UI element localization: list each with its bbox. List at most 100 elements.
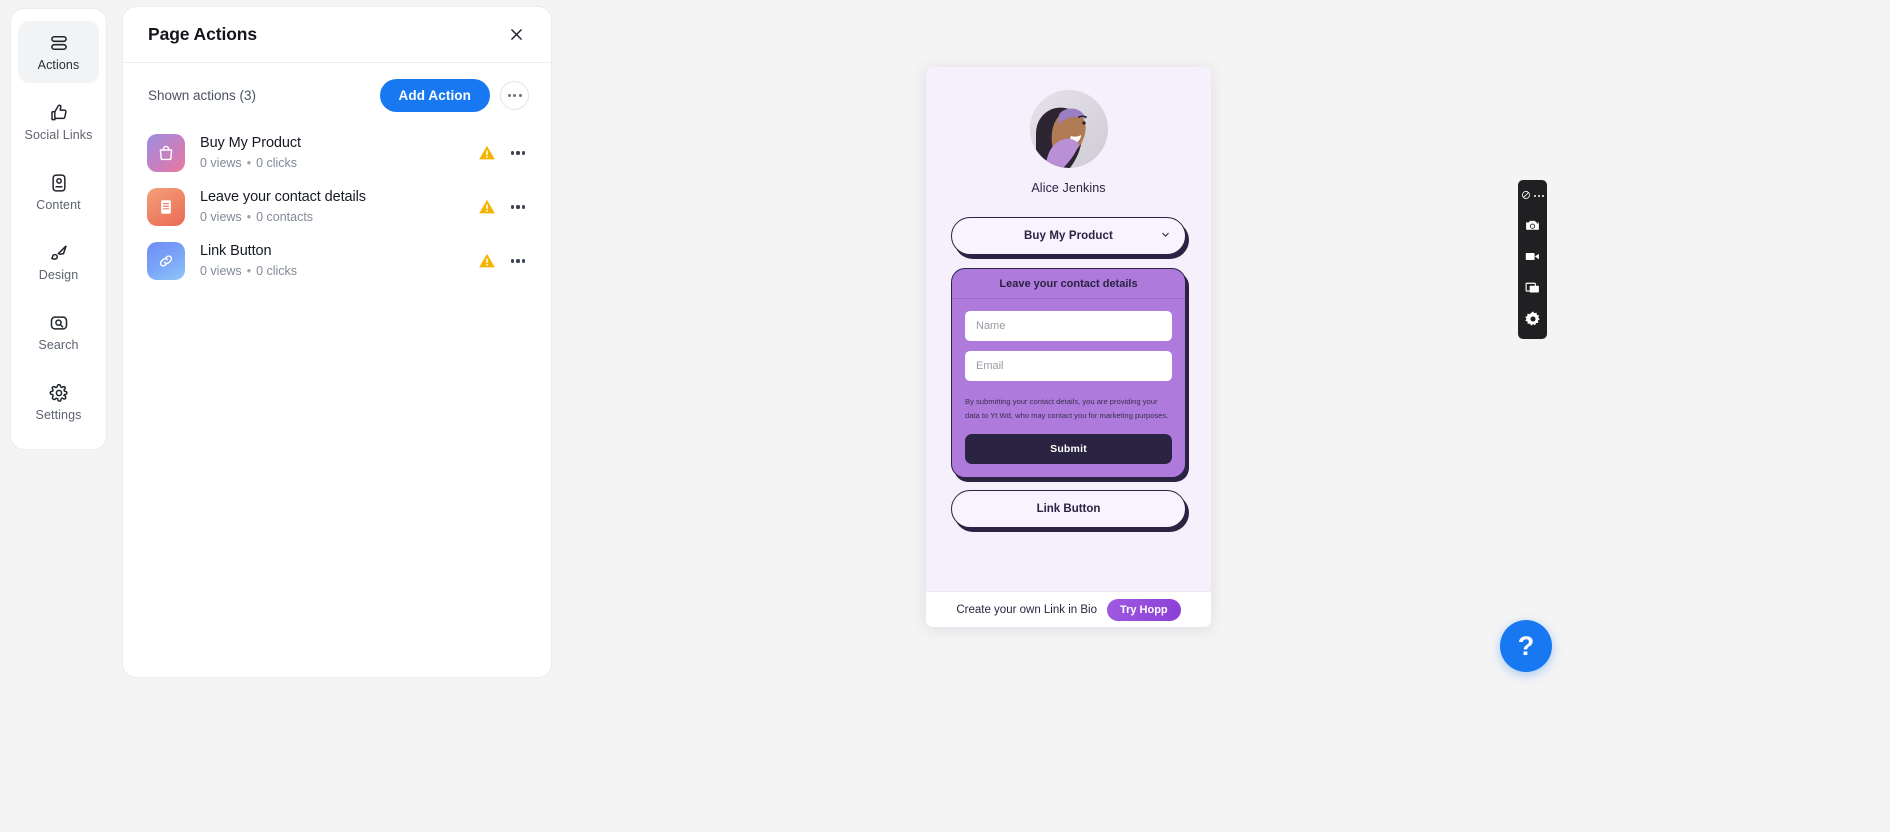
sidebar-item-settings[interactable]: Settings: [18, 371, 99, 433]
chevron-down-icon: [1160, 229, 1171, 243]
sidebar-item-label: Design: [38, 267, 79, 282]
action-views: 0 views: [200, 156, 242, 170]
avatar: [1029, 90, 1108, 168]
dot: [510, 205, 514, 209]
form-heading-bar: Leave your contact details: [952, 269, 1185, 299]
preview-footer: Create your own Link in Bio Try Hopp: [926, 591, 1211, 627]
action-meta: 0 views • 0 contacts: [200, 208, 477, 226]
action-title: Buy My Product: [200, 135, 301, 151]
video-camera-icon[interactable]: [1519, 243, 1546, 270]
dot: [522, 151, 526, 155]
sidebar-item-label: Social Links: [24, 127, 93, 142]
list-item-text: Link Button 0 views • 0 clicks: [200, 242, 477, 280]
page-title: Page Actions: [148, 24, 258, 44]
logo-icon[interactable]: [1521, 187, 1531, 205]
action-title: Link Button: [200, 243, 272, 259]
paintbrush-icon: [49, 243, 69, 263]
warning-icon[interactable]: [477, 251, 497, 271]
panel-overflow-menu-icon[interactable]: [500, 81, 529, 110]
camera-icon[interactable]: [1519, 212, 1546, 239]
help-button[interactable]: ?: [1500, 620, 1552, 672]
dot: [510, 151, 514, 155]
sidebar-item-actions[interactable]: Actions: [18, 21, 99, 83]
warning-icon[interactable]: [477, 197, 497, 217]
dot: [507, 94, 511, 97]
page-actions-panel: Page Actions Shown actions (3) Add Actio…: [122, 6, 552, 678]
panel-header: Page Actions: [123, 7, 551, 63]
dot: [522, 259, 526, 263]
action-views: 0 views: [200, 210, 242, 224]
email-field[interactable]: [965, 351, 1172, 381]
form-heading: Leave your contact details: [999, 277, 1138, 290]
product-button-label: Buy My Product: [1024, 230, 1113, 242]
form-icon: [147, 188, 185, 226]
name-field[interactable]: [965, 311, 1172, 341]
dot: [1533, 194, 1537, 198]
close-icon[interactable]: [503, 22, 529, 48]
dot: [516, 259, 520, 263]
window-icon[interactable]: [1519, 274, 1546, 301]
actions-icon: [49, 33, 69, 53]
dot: [516, 205, 520, 209]
meta-separator: •: [246, 264, 252, 278]
gear-icon[interactable]: [1519, 305, 1546, 332]
sidebar-item-design[interactable]: Design: [18, 231, 99, 293]
dot: [516, 151, 520, 155]
sidebar-item-label: Search: [38, 337, 79, 352]
phone-preview: Alice Jenkins Buy My Product Leave your …: [926, 67, 1211, 627]
sidebar-item-content[interactable]: Content: [18, 161, 99, 223]
row-overflow-menu-icon[interactable]: [507, 196, 529, 218]
screen-recorder-toolbar: [1518, 180, 1547, 339]
dot: [510, 259, 514, 263]
list-item[interactable]: Leave your contact details 0 views • 0 con…: [139, 180, 537, 234]
action-clicks: 0 clicks: [256, 156, 298, 170]
preview-product-button[interactable]: Buy My Product: [951, 217, 1186, 255]
dot: [1541, 194, 1545, 198]
profile-name: Alice Jenkins: [1031, 181, 1106, 195]
warning-icon[interactable]: [477, 143, 497, 163]
list-item[interactable]: Link Button 0 views • 0 clicks: [139, 234, 537, 288]
actions-list: Buy My Product 0 views • 0 clicks Leave …: [123, 124, 551, 288]
action-meta: 0 views • 0 clicks: [200, 262, 477, 280]
list-item-text: Buy My Product 0 views • 0 clicks: [200, 134, 477, 172]
sidebar-item-label: Settings: [35, 407, 82, 422]
meta-separator: •: [246, 156, 252, 170]
search-icon: [49, 313, 69, 333]
form-body: By submitting your contact details, you …: [952, 299, 1185, 477]
sidebar-item-social-links[interactable]: Social Links: [18, 91, 99, 153]
row-overflow-menu-icon[interactable]: [507, 250, 529, 272]
consent-text: By submitting your contact details, you …: [965, 397, 1169, 420]
submit-button[interactable]: Submit: [965, 434, 1172, 464]
preview-link-button[interactable]: Link Button: [951, 490, 1186, 528]
sidebar-item-label: Actions: [37, 57, 80, 72]
dot: [518, 94, 522, 97]
action-title: Leave your contact details: [200, 189, 366, 205]
sidebar-item-label: Content: [36, 197, 81, 212]
content-id-icon: [49, 173, 69, 193]
action-views: 0 views: [200, 264, 242, 278]
link-button-label: Link Button: [1036, 503, 1101, 515]
row-overflow-menu-icon[interactable]: [507, 142, 529, 164]
thumbs-up-icon: [49, 103, 69, 123]
dot: [522, 205, 526, 209]
action-contacts: 0 contacts: [256, 210, 314, 224]
shown-actions-count: Shown actions (3): [148, 88, 257, 103]
action-meta: 0 views • 0 clicks: [200, 154, 477, 172]
preview-contact-form: Leave your contact details By submitting…: [951, 268, 1186, 478]
overflow-dots-icon[interactable]: [1533, 194, 1545, 198]
gear-icon: [49, 383, 69, 403]
footer-text: Create your own Link in Bio: [956, 603, 1097, 616]
sidebar-item-search[interactable]: Search: [18, 301, 99, 363]
list-item[interactable]: Buy My Product 0 views • 0 clicks: [139, 126, 537, 180]
toolbar-header: [1521, 185, 1545, 208]
try-hopp-button[interactable]: Try Hopp: [1106, 598, 1181, 621]
app-root: Actions Social Links Content Design Sear…: [0, 0, 1890, 832]
link-icon: [147, 242, 185, 280]
shopping-bag-icon: [147, 134, 185, 172]
meta-separator: •: [246, 210, 252, 224]
preview-scroll-area: Alice Jenkins Buy My Product Leave your …: [926, 67, 1211, 591]
panel-subheader: Shown actions (3) Add Action: [123, 63, 551, 124]
dot: [513, 94, 516, 97]
list-item-text: Leave your contact details 0 views • 0 con…: [200, 188, 477, 226]
add-action-button[interactable]: Add Action: [379, 79, 490, 112]
